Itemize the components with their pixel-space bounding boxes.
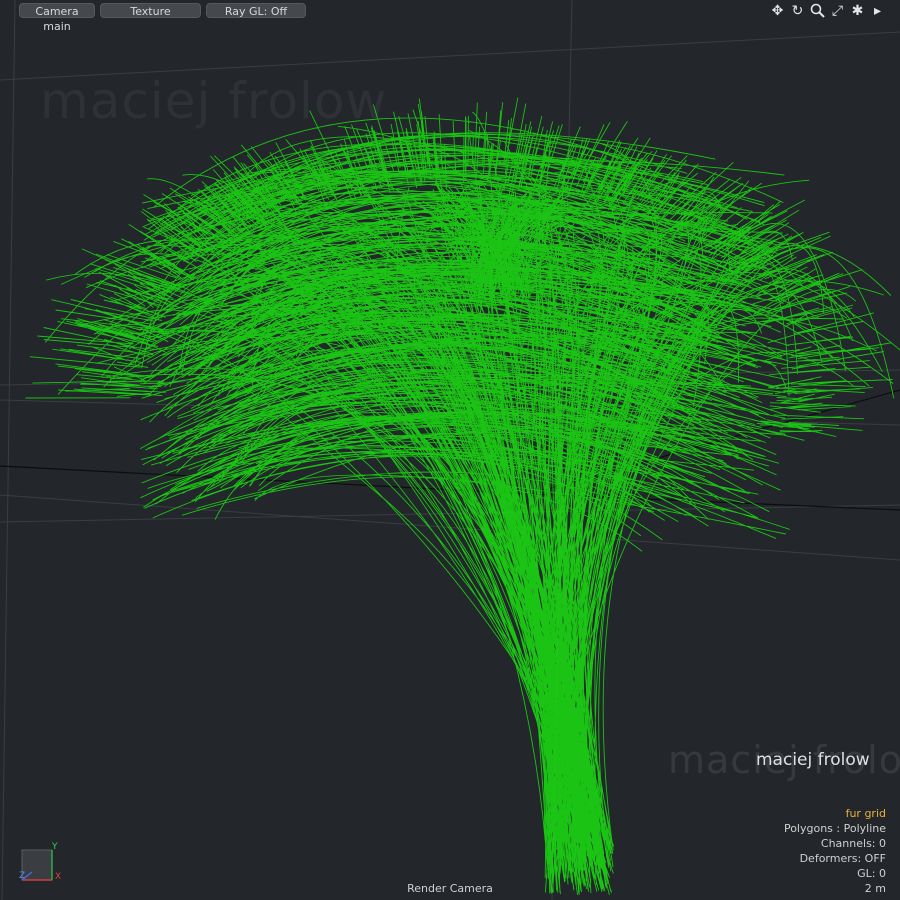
3d-viewport[interactable]: maciej frolow Camera main Texture Ray GL… [0, 0, 900, 900]
fit-icon[interactable]: ⤢ [829, 3, 846, 20]
arrow-right-icon[interactable]: ▸ [869, 3, 886, 20]
zoom-icon[interactable] [809, 3, 826, 20]
shading-mode-button[interactable]: Texture [100, 3, 201, 18]
gl-info: GL: 0 [857, 867, 886, 880]
gear-icon[interactable]: ✱ [849, 3, 866, 20]
move-icon[interactable]: ✥ [769, 3, 786, 20]
camera-name-label: Render Camera [407, 882, 493, 895]
polygons-info: Polygons : Polyline [783, 822, 886, 835]
watermark-background: maciej frolow [40, 72, 388, 130]
camera-select-button[interactable]: Camera main [19, 3, 95, 33]
rotate-icon[interactable]: ↻ [789, 3, 806, 20]
gizmo-x-label: X [55, 872, 61, 882]
gizmo-y-label: Y [51, 842, 58, 852]
watermark-signature: maciej frolow [756, 750, 870, 770]
axis-gizmo[interactable]: Y X Z [18, 840, 68, 886]
ray-gl-button[interactable]: Ray GL: Off [206, 3, 306, 18]
gizmo-z-label: Z [19, 871, 25, 881]
view-tools: ✥ ↻ ⤢ ✱ ▸ [769, 2, 886, 20]
channels-info: Channels: 0 [820, 837, 886, 850]
selected-item-name: fur grid [845, 807, 886, 820]
deformers-info: Deformers: OFF [799, 852, 886, 865]
